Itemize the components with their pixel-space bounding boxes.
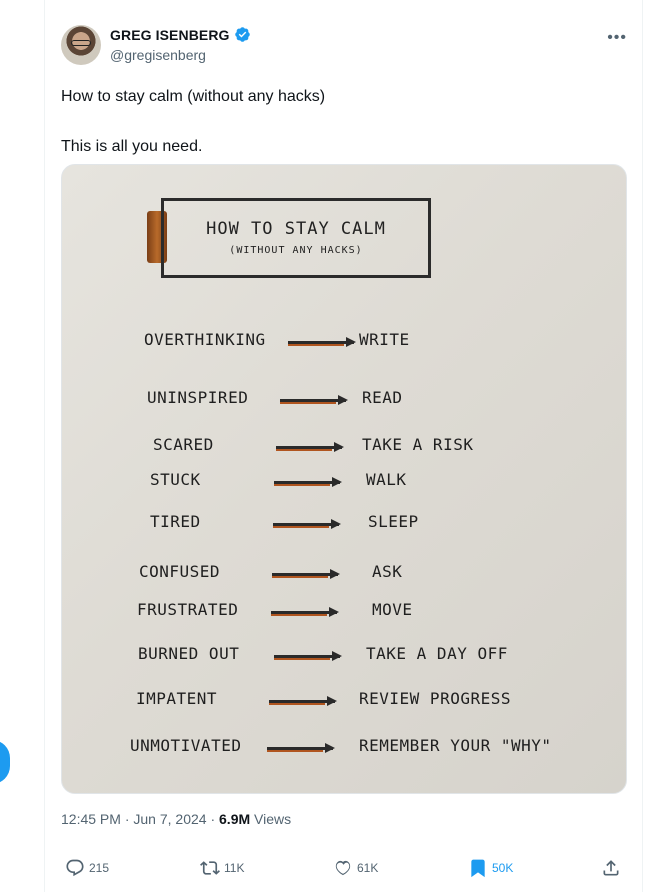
share-button[interactable] [601, 858, 621, 878]
feeling-label: UNMOTIVATED [130, 736, 242, 755]
action-label: REVIEW PROGRESS [359, 689, 511, 708]
arrow-icon [269, 696, 337, 706]
action-label: WRITE [359, 330, 410, 349]
feeling-label: CONFUSED [139, 562, 221, 581]
views-label: Views [254, 811, 292, 827]
feeling-label: IMPATENT [136, 689, 218, 708]
repost-count: 11K [224, 861, 245, 875]
image-title: HOW TO STAY CALM [206, 219, 386, 239]
author-name-row: GREG ISENBERG [110, 26, 251, 43]
like-count: 61K [357, 861, 379, 875]
arrow-icon [273, 519, 341, 529]
author-name[interactable]: GREG ISENBERG [110, 27, 230, 43]
action-label: REMEMBER YOUR "WHY" [359, 736, 552, 755]
tweet-header: GREG ISENBERG @gregisenberg ••• [61, 23, 631, 67]
action-label: ASK [372, 562, 403, 581]
arrow-icon [271, 607, 339, 617]
arrow-icon [288, 337, 356, 347]
image-banner: HOW TO STAY CALM (WITHOUT ANY HACKS) [161, 198, 431, 278]
tweet-line-1: How to stay calm (without any hacks) [61, 88, 326, 105]
author-handle[interactable]: @gregisenberg [110, 47, 206, 63]
action-label: WALK [366, 470, 407, 489]
tweet-text: How to stay calm (without any hacks) Thi… [61, 83, 325, 160]
feeling-label: OVERTHINKING [144, 330, 266, 349]
bookmark-icon [471, 859, 485, 878]
like-button[interactable]: 61K [333, 858, 378, 878]
reply-button[interactable]: 215 [65, 858, 109, 878]
arrow-icon [276, 442, 344, 452]
more-options-icon[interactable]: ••• [607, 29, 627, 47]
tweet-time[interactable]: 12:45 PM [61, 811, 121, 827]
feeling-label: UNINSPIRED [147, 388, 249, 407]
feeling-label: SCARED [153, 435, 214, 454]
action-bar: 215 11K 61K 50K [61, 858, 631, 884]
avatar[interactable] [61, 25, 101, 65]
repost-icon [200, 861, 220, 875]
action-label: TAKE A RISK [362, 435, 474, 454]
arrow-icon [267, 743, 335, 753]
action-label: READ [362, 388, 403, 407]
meta-separator: · [210, 811, 216, 827]
feeling-label: STUCK [150, 470, 201, 489]
meta-separator: · [124, 811, 130, 827]
timeline-right-border [642, 0, 643, 892]
tweet-meta: 12:45 PM · Jun 7, 2024 · 6.9M Views [61, 811, 291, 827]
arrow-icon [274, 477, 342, 487]
tweet-date[interactable]: Jun 7, 2024 [133, 811, 206, 827]
share-icon [603, 860, 619, 876]
arrow-icon [272, 569, 340, 579]
repost-button[interactable]: 11K [200, 858, 244, 878]
verified-badge-icon [234, 27, 250, 42]
tweet-line-2: This is all you need. [61, 138, 203, 155]
reply-icon [66, 859, 84, 877]
arrow-icon [274, 651, 342, 661]
feeling-label: TIRED [150, 512, 201, 531]
action-label: MOVE [372, 600, 413, 619]
heart-icon [335, 860, 351, 876]
bookmark-button[interactable]: 50K [468, 858, 513, 878]
compose-post-button[interactable] [0, 740, 10, 784]
action-label: SLEEP [368, 512, 419, 531]
reply-count: 215 [89, 861, 110, 875]
bookmark-count: 50K [492, 861, 514, 875]
tweet-image[interactable]: HOW TO STAY CALM (WITHOUT ANY HACKS) OVE… [61, 164, 627, 794]
arrow-icon [280, 395, 348, 405]
image-subtitle: (WITHOUT ANY HACKS) [229, 245, 363, 256]
timeline-left-border [44, 0, 45, 892]
feeling-label: BURNED OUT [138, 644, 240, 663]
action-label: TAKE A DAY OFF [366, 644, 508, 663]
feeling-label: FRUSTRATED [137, 600, 239, 619]
views-count: 6.9M [219, 811, 251, 827]
